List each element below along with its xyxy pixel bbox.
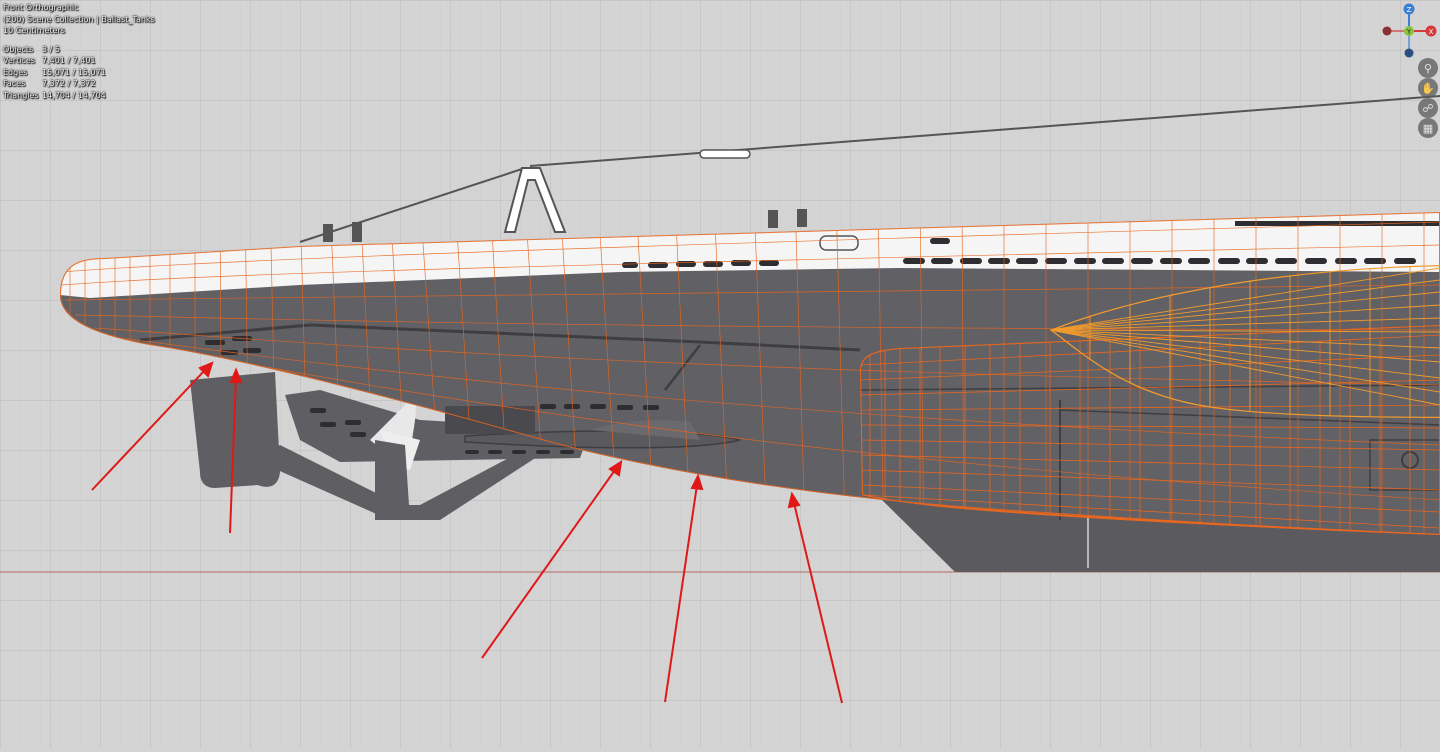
stat-value: 14,704 / 14,704 [42,90,106,100]
stat-label: Edges [3,67,28,77]
camera-icon[interactable]: ☍ [1418,98,1438,118]
stat-label: Faces [3,79,26,88]
navigation-gizmo[interactable]: Z X Y [1378,0,1440,62]
stat-value: 15,071 / 15,071 [42,67,106,77]
stat-faces: Faces 7,372 / 7,372 [3,78,155,90]
stat-value: 7,372 / 7,372 [42,79,96,88]
deck-hatch [819,235,859,251]
gizmo-neg-z-axis[interactable] [1404,48,1414,58]
stat-label: Triangles [3,90,39,100]
stat-label: Objects [3,44,34,54]
antenna-insulator [699,149,751,159]
bitt-1 [323,224,333,242]
grid-perspective-icon[interactable]: ▦ [1418,118,1438,138]
stat-triangles: Triangles 14,704 / 14,704 [3,90,155,102]
3d-viewport[interactable]: Front Orthographic (200) Scene Collectio… [0,0,1440,748]
viewport-overlay-text: Front Orthographic (200) Scene Collectio… [3,2,155,101]
stat-value: 3 / 5 [42,44,60,54]
bitt-3 [768,210,778,228]
pan-hand-icon[interactable]: ✋ [1418,78,1438,98]
stat-edges: Edges 15,071 / 15,071 [3,67,155,79]
bitt-2 [352,222,362,242]
collection-info: (200) Scene Collection | Ballast_Tanks [3,14,155,24]
stat-value: 7,401 / 7,401 [42,56,96,65]
zoom-icon[interactable]: ⚲ [1418,58,1438,78]
stat-vertices: Vertices 7,401 / 7,401 [3,55,155,67]
gizmo-neg-x-axis[interactable] [1382,26,1392,36]
gizmo-z-label: Z [1407,6,1412,14]
stat-label: Vertices [3,56,35,65]
gizmo-y-label: Y [1406,28,1412,36]
grid-scale: 10 Centimeters [3,26,65,35]
stat-objects: Objects 3 / 5 [3,44,155,56]
gizmo-x-label: X [1429,28,1434,36]
viewport-canvas[interactable] [0,0,1440,748]
bitt-4 [797,209,807,227]
view-name: Front Orthographic [3,3,79,12]
